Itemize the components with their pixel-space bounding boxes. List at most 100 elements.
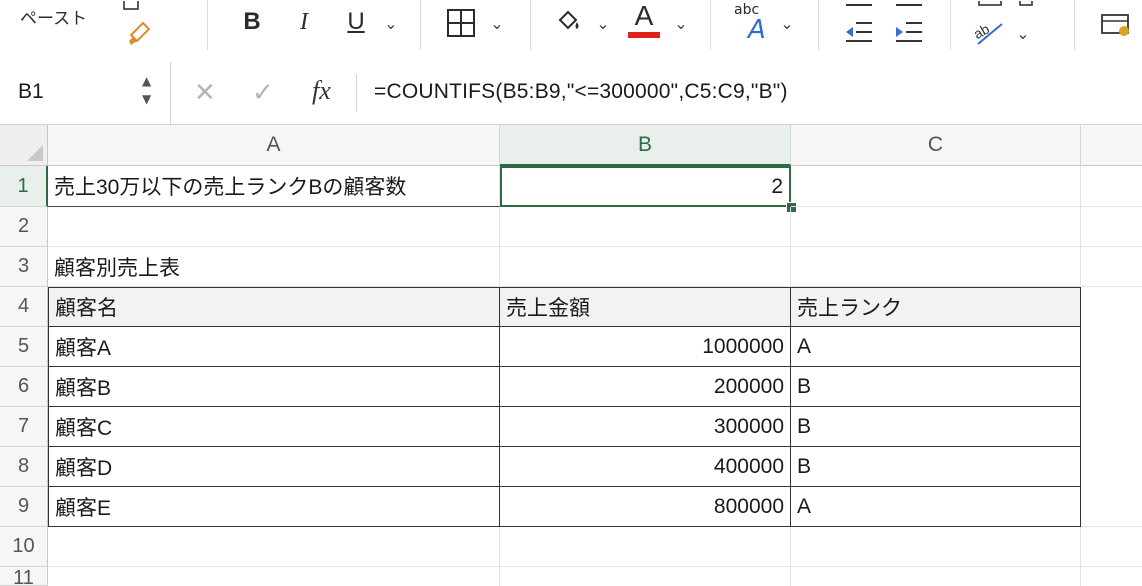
cell-b10[interactable] — [500, 527, 791, 567]
row-header-1[interactable]: 1 — [0, 166, 48, 207]
table-row-rank[interactable]: A — [791, 487, 1081, 527]
cell-d10[interactable] — [1081, 527, 1142, 567]
cell-d3[interactable] — [1081, 247, 1142, 287]
table-row-rank[interactable]: B — [791, 367, 1081, 407]
cell-c3[interactable] — [791, 247, 1081, 287]
row-header-2[interactable]: 2 — [0, 207, 48, 247]
cell-c11[interactable] — [791, 567, 1081, 586]
row-header-9[interactable]: 9 — [0, 487, 48, 527]
borders-dropdown-chevron-icon[interactable]: ⌄ — [486, 10, 508, 36]
table-header-name[interactable]: 顧客名 — [48, 287, 500, 327]
table-row-amount[interactable]: 300000 — [500, 407, 791, 447]
row-header-5[interactable]: 5 — [0, 327, 48, 367]
row-header-3[interactable]: 3 — [0, 247, 48, 287]
conditional-formatting-icon[interactable] — [1096, 8, 1136, 44]
underline-label: U — [347, 8, 365, 35]
cell-b3[interactable] — [500, 247, 791, 287]
ribbon-separator — [710, 0, 711, 50]
cell-a3[interactable]: 顧客別売上表 — [48, 247, 500, 287]
bold-button[interactable]: B — [236, 6, 268, 38]
format-painter-icon[interactable] — [122, 16, 156, 50]
spreadsheet-grid: A B C 1 2 3 4 5 6 7 8 9 10 11 売上30万以下の売上… — [0, 125, 1142, 586]
font-color-letter: A — [634, 0, 654, 31]
table-row-name[interactable]: 顧客C — [48, 407, 500, 447]
ribbon-toolbar: ペースト B I U ⌄ ⌄ ⌄ A ⌄ abc A ⌄ ab ⌄ — [0, 0, 1142, 63]
cell-a2[interactable] — [48, 207, 500, 247]
table-header-rank[interactable]: 売上ランク — [791, 287, 1081, 327]
cell-b2[interactable] — [500, 207, 791, 247]
row-header-label: 7 — [17, 415, 30, 437]
select-all-corner[interactable] — [0, 125, 48, 166]
table-row-rank[interactable]: A — [791, 327, 1081, 367]
insert-function-button[interactable]: fx — [312, 76, 331, 106]
cell-c1[interactable] — [791, 166, 1081, 207]
copy-icon[interactable] — [118, 0, 146, 14]
underline-button[interactable]: U — [340, 6, 372, 38]
phonetic-dropdown-chevron-icon[interactable]: ⌄ — [776, 10, 798, 36]
formula-input[interactable]: =COUNTIFS(B5:B9,"<=300000",C5:C9,"B") — [374, 80, 788, 104]
fill-color-icon[interactable] — [552, 4, 586, 38]
borders-icon[interactable] — [444, 6, 478, 40]
row-header-label: 4 — [17, 295, 30, 317]
table-row-amount[interactable]: 400000 — [500, 447, 791, 487]
ribbon-separator — [530, 0, 531, 50]
paste-button[interactable]: ペースト — [20, 4, 108, 29]
italic-button[interactable]: I — [288, 6, 320, 38]
cell-d1[interactable] — [1081, 166, 1142, 207]
row-header-label: 3 — [17, 255, 30, 277]
ribbon-separator — [420, 0, 421, 50]
cell-c10[interactable] — [791, 527, 1081, 567]
column-header-c[interactable]: C — [791, 125, 1081, 166]
increase-indent-icon[interactable] — [892, 16, 926, 48]
cancel-icon[interactable]: ✕ — [194, 78, 216, 108]
row-header-8[interactable]: 8 — [0, 447, 48, 487]
row-header-label: 10 — [12, 535, 35, 557]
row-header-6[interactable]: 6 — [0, 367, 48, 407]
row-header-11[interactable]: 11 — [0, 567, 48, 586]
cell-a11[interactable] — [48, 567, 500, 586]
row-header-4[interactable]: 4 — [0, 287, 48, 327]
cell-b11[interactable] — [500, 567, 791, 586]
cell-d-empty[interactable] — [1081, 287, 1142, 527]
column-header-label: B — [637, 132, 652, 156]
decrease-indent-icon[interactable] — [842, 16, 876, 48]
row-header-7[interactable]: 7 — [0, 407, 48, 447]
table-row-name[interactable]: 顧客D — [48, 447, 500, 487]
column-header-a[interactable]: A — [48, 125, 500, 166]
table-row-name[interactable]: 顧客B — [48, 367, 500, 407]
formula-bar-separator — [356, 74, 357, 112]
row-header-label: 1 — [17, 174, 29, 197]
phonetic-guide-button[interactable]: abc A — [728, 0, 774, 44]
fill-color-dropdown-chevron-icon[interactable]: ⌄ — [592, 10, 614, 36]
abc-letter: A — [748, 15, 766, 45]
row-header-label: 2 — [17, 215, 30, 237]
text-orientation-dropdown-chevron-icon[interactable]: ⌄ — [1012, 20, 1034, 46]
underline-dropdown-chevron-icon[interactable]: ⌄ — [380, 10, 402, 36]
cell-a1[interactable]: 売上30万以下の売上ランクBの顧客数 — [48, 166, 500, 207]
cell-c2[interactable] — [791, 207, 1081, 247]
ribbon-separator — [1074, 0, 1075, 50]
font-color-button[interactable]: A — [626, 0, 662, 40]
table-row-amount[interactable]: 1000000 — [500, 327, 791, 367]
cell-d2[interactable] — [1081, 207, 1142, 247]
table-row-name[interactable]: 顧客E — [48, 487, 500, 527]
font-color-swatch — [628, 32, 660, 38]
small-box-icon[interactable] — [1016, 0, 1036, 10]
cell-b1[interactable]: 2 — [500, 166, 791, 207]
name-box-stepper-icon[interactable]: ▲ ▼ — [142, 72, 151, 108]
row-header-10[interactable]: 10 — [0, 527, 48, 567]
table-row-rank[interactable]: B — [791, 407, 1081, 447]
column-header-b[interactable]: B — [500, 125, 791, 166]
column-header-d[interactable] — [1081, 125, 1142, 166]
wrap-text-icon[interactable] — [972, 0, 1008, 10]
text-orientation-icon[interactable]: ab — [968, 14, 1008, 50]
table-row-amount[interactable]: 200000 — [500, 367, 791, 407]
font-color-dropdown-chevron-icon[interactable]: ⌄ — [670, 10, 692, 36]
name-box[interactable]: B1 ▲ ▼ — [0, 62, 171, 124]
table-row-name[interactable]: 顧客A — [48, 327, 500, 367]
table-row-amount[interactable]: 800000 — [500, 487, 791, 527]
confirm-icon[interactable]: ✓ — [252, 78, 274, 108]
table-row-rank[interactable]: B — [791, 447, 1081, 487]
cell-a10[interactable] — [48, 527, 500, 567]
table-header-amount[interactable]: 売上金額 — [500, 287, 791, 327]
